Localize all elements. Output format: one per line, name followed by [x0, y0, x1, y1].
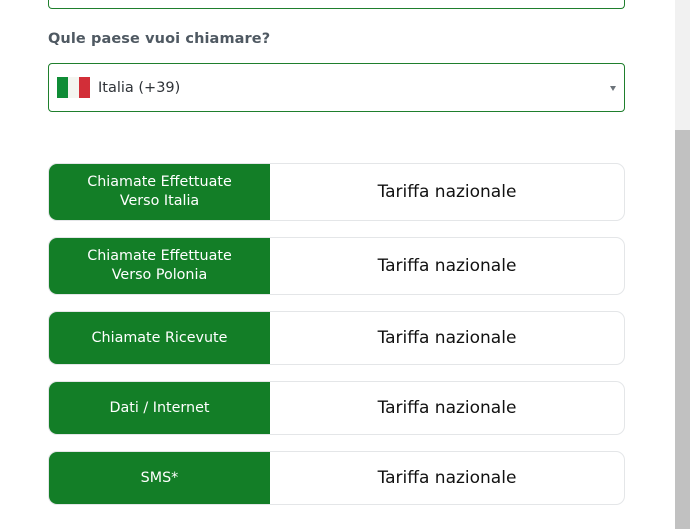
rate-label: Dati / Internet	[49, 382, 270, 434]
rate-label: Chiamate Ricevute	[49, 312, 270, 364]
italy-flag-icon	[57, 77, 90, 98]
rate-value: Tariffa nazionale	[377, 398, 517, 418]
rate-row-sms: SMS* Tariffa nazionale	[48, 451, 625, 505]
previous-input-field[interactable]	[48, 0, 625, 9]
rate-row-data-internet: Dati / Internet Tariffa nazionale	[48, 381, 625, 435]
country-select[interactable]: Italia (+39)	[48, 63, 625, 112]
scrollbar-track[interactable]	[675, 0, 690, 529]
rate-value: Tariffa nazionale	[377, 182, 517, 202]
roaming-rates-panel: Qule paese vuoi chiamare? Italia (+39) C…	[0, 0, 690, 529]
rate-value: Tariffa nazionale	[377, 328, 517, 348]
country-question-label: Qule paese vuoi chiamare?	[48, 31, 271, 47]
rate-value: Tariffa nazionale	[377, 468, 517, 488]
chevron-down-icon	[610, 86, 616, 91]
scrollbar-thumb[interactable]	[675, 130, 690, 529]
rate-label: Chiamate Effettuate Verso Polonia	[49, 238, 270, 294]
rate-row-calls-to-italy: Chiamate Effettuate Verso Italia Tariffa…	[48, 163, 625, 221]
rate-row-calls-to-poland: Chiamate Effettuate Verso Polonia Tariff…	[48, 237, 625, 295]
country-select-value: Italia (+39)	[98, 79, 181, 96]
rate-label: SMS*	[49, 452, 270, 504]
rate-value: Tariffa nazionale	[377, 256, 517, 276]
rate-row-calls-received: Chiamate Ricevute Tariffa nazionale	[48, 311, 625, 365]
rate-label: Chiamate Effettuate Verso Italia	[49, 164, 270, 220]
